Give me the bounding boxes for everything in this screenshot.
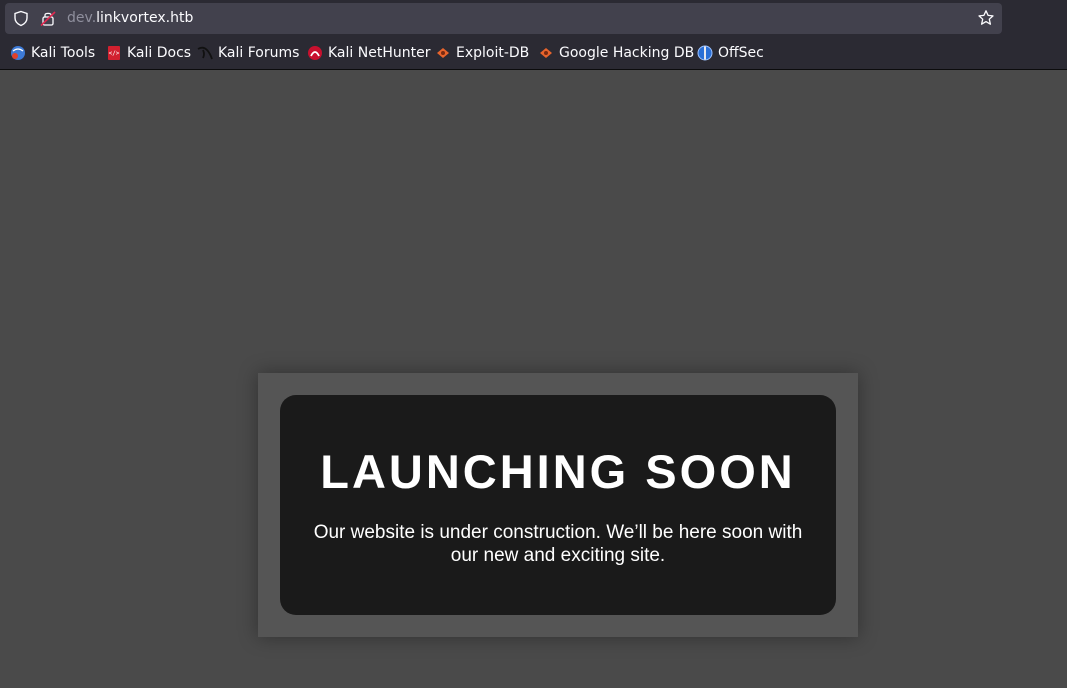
- address-bar[interactable]: dev.linkvortex.htb: [5, 3, 1002, 34]
- page-title: LAUNCHING SOON: [320, 445, 796, 498]
- bookmark-kali-forums[interactable]: Kali Forums: [197, 43, 299, 63]
- construction-message: Our website is under construction. We’ll…: [313, 522, 803, 566]
- bookmark-label: Kali NetHunter: [328, 45, 431, 61]
- insecure-lock-icon[interactable]: [40, 10, 56, 27]
- google-hacking-db-icon: [540, 48, 552, 58]
- kali-tools-icon: [11, 46, 25, 60]
- shield-icon[interactable]: [13, 10, 29, 27]
- svg-text:</>: </>: [109, 50, 120, 57]
- bookmark-google-hacking-db[interactable]: Google Hacking DB: [538, 43, 694, 63]
- bookmark-kali-nethunter[interactable]: Kali NetHunter: [307, 43, 430, 63]
- bookmark-offsec[interactable]: OffSec: [697, 43, 764, 63]
- url-domain: linkvortex.htb: [96, 10, 194, 26]
- launch-card: LAUNCHING SOON Our website is under cons…: [280, 395, 836, 615]
- kali-docs-icon: </>: [108, 46, 120, 60]
- bookmarks-toolbar: Kali Tools </> Kali Docs Kali Forums Kal…: [0, 41, 1067, 67]
- bookmark-label: OffSec: [718, 45, 764, 61]
- kali-nethunter-icon: [308, 46, 322, 60]
- bookmark-label: Kali Tools: [31, 45, 96, 61]
- browser-chrome: dev.linkvortex.htb Kali Tools </> Kali D…: [0, 0, 1067, 70]
- bookmark-kali-docs[interactable]: </> Kali Docs: [106, 43, 191, 63]
- bookmark-star-icon[interactable]: [977, 9, 995, 27]
- kali-forums-icon: [197, 46, 213, 60]
- offsec-icon: [697, 45, 713, 61]
- bookmark-exploit-db[interactable]: Exploit-DB: [435, 43, 529, 63]
- url-text[interactable]: dev.linkvortex.htb: [67, 10, 193, 27]
- bookmark-label: Google Hacking DB: [559, 45, 695, 61]
- exploit-db-icon: [437, 48, 449, 58]
- bookmark-label: Exploit-DB: [456, 45, 530, 61]
- bookmark-kali-tools[interactable]: Kali Tools: [10, 43, 95, 63]
- bookmark-label: Kali Docs: [127, 45, 192, 61]
- url-subdomain: dev.: [67, 10, 97, 26]
- bookmark-label: Kali Forums: [218, 45, 300, 61]
